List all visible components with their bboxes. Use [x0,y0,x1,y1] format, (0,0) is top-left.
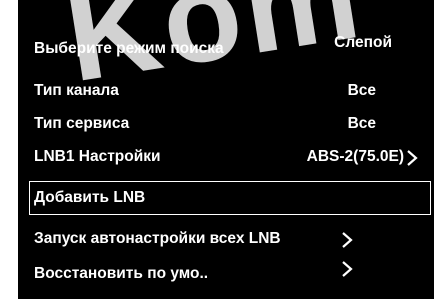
menu-item-label: Тип канала [34,82,119,99]
menu-item-add-lnb[interactable]: Добавить LNB [29,181,431,215]
menu-item-label: Выберите режим поиска [34,40,224,57]
menu-item-restore-defaults[interactable]: Восстановить по умо.. [18,258,434,290]
menu-item-value: Все [347,115,376,132]
menu-item-channel-type[interactable]: Тип канала Все [18,75,434,107]
menu-item-value: ABS-2(75.0E) [306,148,404,165]
menu-item-search-mode[interactable]: Выберите режим поиска Слепой [18,30,434,62]
chevron-right-icon [342,261,353,277]
menu-item-value: Все [347,82,376,99]
menu-item-value: Слепой [334,34,392,51]
menu-item-autoscan-all-lnb[interactable]: Запуск автонастройки всех LNB [18,223,434,255]
settings-screen: Kom Выберите режим поиска Слепой Тип кан… [18,0,434,299]
menu-item-service-type[interactable]: Тип сервиса Все [18,108,434,140]
chevron-right-icon [407,150,418,166]
chevron-right-icon [342,232,353,248]
menu-item-label: Запуск автонастройки всех LNB [34,230,281,247]
menu-item-label: Добавить LNB [34,189,146,206]
menu-item-label: Тип сервиса [34,115,130,132]
menu-item-label: Восстановить по умо.. [34,265,209,282]
menu-item-lnb1-settings[interactable]: LNB1 Настройки ABS-2(75.0E) [18,141,434,173]
menu-item-label: LNB1 Настройки [34,148,161,165]
